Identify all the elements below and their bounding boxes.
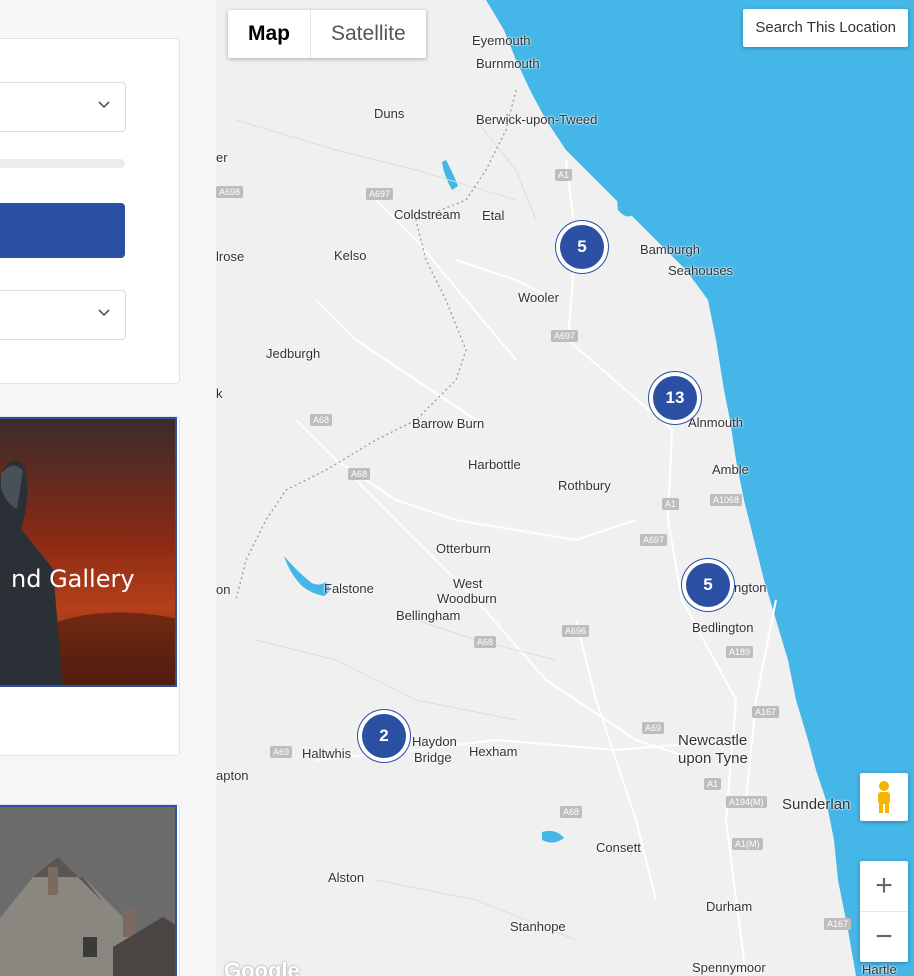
road-label: A68	[474, 636, 497, 648]
place-label: Stanhope	[510, 919, 566, 934]
filter-select-1[interactable]	[0, 82, 126, 132]
map-cluster-marker[interactable]: 5	[682, 559, 734, 611]
road-label: A189	[726, 646, 754, 658]
road-label: A167	[752, 706, 780, 718]
road-label: A167	[824, 918, 852, 930]
place-label: Duns	[374, 106, 405, 121]
place-label: Barrow Burn	[412, 416, 485, 431]
place-label: Coldstream	[394, 207, 461, 222]
place-label: Durham	[706, 899, 753, 914]
place-label: on	[216, 582, 231, 597]
road-label: A697	[640, 534, 668, 546]
zoom-control: + −	[860, 861, 908, 962]
road-label: A697	[551, 330, 579, 342]
filter-card	[0, 38, 180, 384]
chevron-down-icon	[98, 309, 110, 317]
place-label: Spennymoor	[692, 960, 766, 975]
place-label: Bamburgh	[640, 242, 700, 257]
place-label: Falstone	[324, 581, 374, 596]
map-cluster-marker[interactable]: 2	[358, 710, 410, 762]
listing-title: nd Gallery	[11, 565, 135, 593]
place-label: Woodburn	[437, 591, 497, 606]
chevron-down-icon	[98, 101, 110, 109]
map-type-satellite-button[interactable]: Satellite	[311, 10, 426, 58]
road-label: A698	[216, 186, 244, 198]
place-label: apton	[216, 768, 249, 783]
place-label: Bedlington	[692, 620, 754, 635]
place-label: Otterburn	[436, 541, 491, 556]
listing-card[interactable]	[0, 804, 180, 976]
listing-image[interactable]: nd Gallery	[0, 417, 177, 687]
road-label: A696	[562, 625, 590, 637]
pegman-icon	[878, 781, 890, 813]
place-label: Amble	[712, 462, 749, 477]
place-label: Rothbury	[558, 478, 611, 493]
place-label: Hexham	[469, 744, 518, 759]
place-label: ngton	[734, 580, 767, 595]
place-label: er	[216, 150, 228, 165]
road-label: A1068	[710, 494, 743, 506]
place-label: Bellingham	[396, 608, 461, 623]
place-label: Newcastle	[678, 732, 748, 749]
place-label: Kelso	[334, 248, 367, 263]
zoom-out-button[interactable]: −	[860, 912, 908, 962]
range-slider[interactable]	[0, 159, 125, 168]
place-label: Wooler	[518, 290, 559, 305]
place-label: Eyemouth	[472, 33, 531, 48]
place-label: Etal	[482, 208, 505, 223]
road-label: A68	[560, 806, 583, 818]
place-label: Alnmouth	[688, 415, 743, 430]
place-label: Hartle	[862, 962, 897, 976]
place-label: Berwick-upon-Tweed	[476, 112, 598, 127]
place-label: Haltwhis	[302, 746, 352, 761]
place-label: Alston	[328, 870, 365, 885]
knight-photo	[0, 419, 175, 685]
place-label: Jedburgh	[266, 346, 321, 361]
map-cluster-marker[interactable]: 5	[556, 221, 608, 273]
house-photo	[0, 807, 175, 976]
filter-select-2[interactable]	[0, 290, 126, 340]
listing-image[interactable]	[0, 805, 177, 976]
map-type-map-button[interactable]: Map	[228, 10, 311, 58]
road-label: A1	[662, 498, 680, 510]
place-label: Consett	[596, 840, 641, 855]
place-label: West	[453, 576, 483, 591]
place-label: lrose	[216, 249, 245, 264]
place-label: upon Tyne	[678, 750, 748, 767]
listing-card[interactable]: nd Gallery	[0, 416, 180, 756]
road-label: A68	[348, 468, 371, 480]
zoom-in-button[interactable]: +	[860, 861, 908, 912]
place-label: Haydon	[412, 734, 457, 749]
road-label: A68	[310, 414, 333, 426]
place-label: Harbottle	[468, 457, 521, 472]
road-label: A1	[704, 778, 722, 790]
map-type-control: Map Satellite	[228, 10, 426, 58]
place-label: k	[216, 386, 223, 401]
place-label: Seahouses	[668, 263, 734, 278]
listing-panel: nd Gallery	[0, 0, 216, 976]
place-label: Burnmouth	[476, 56, 540, 71]
road-label: A194(M)	[726, 796, 767, 808]
search-this-location-button[interactable]: Search This Location	[743, 9, 908, 47]
google-logo[interactable]: Google	[224, 958, 300, 976]
road-label: A1(M)	[732, 838, 763, 850]
road-label: A69	[642, 722, 665, 734]
map-canvas[interactable]: Eyemouth Burnmouth Duns Berwick-upon-Twe…	[216, 0, 914, 976]
road-label: A69	[270, 746, 293, 758]
road-label: A697	[366, 188, 394, 200]
map-cluster-marker[interactable]: 13	[649, 372, 701, 424]
place-label: Bridge	[414, 750, 452, 765]
place-label: Sunderlan	[782, 796, 851, 813]
filter-submit-button[interactable]	[0, 203, 125, 258]
road-label: A1	[555, 169, 573, 181]
street-view-pegman-button[interactable]	[860, 773, 908, 821]
